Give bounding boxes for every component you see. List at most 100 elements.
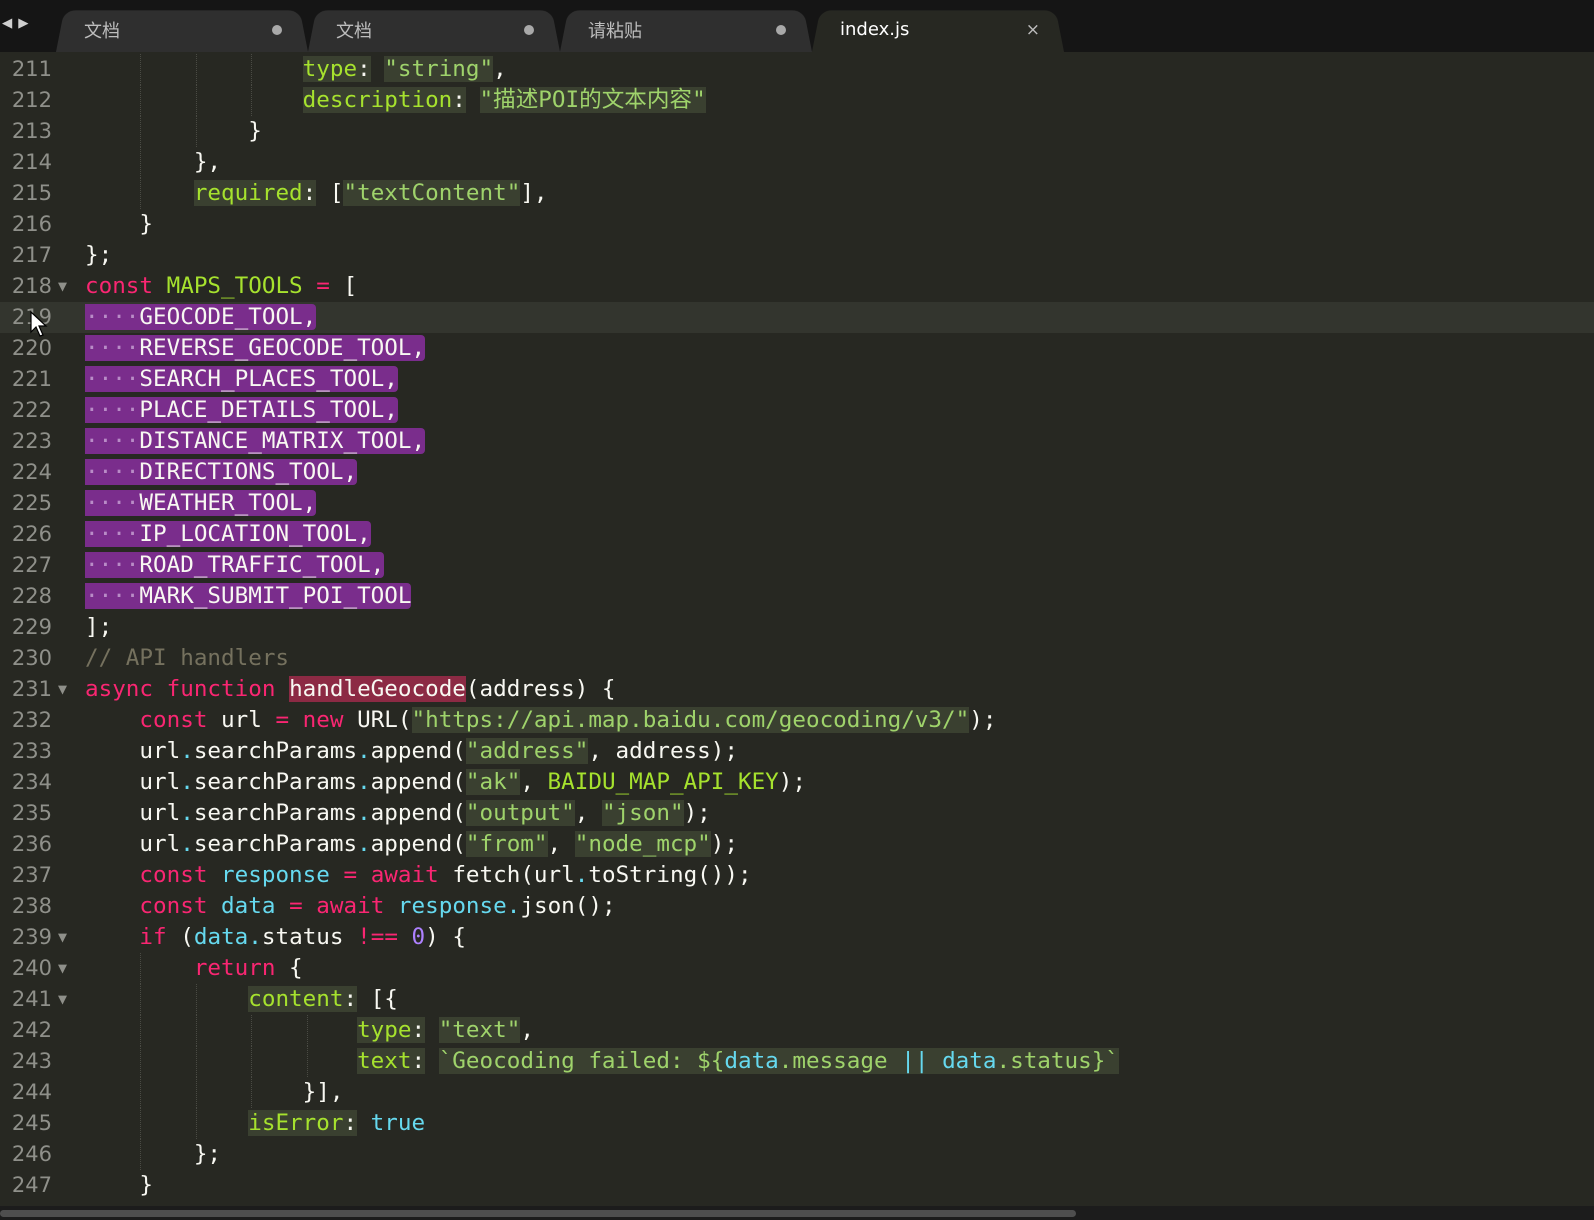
code-text: } (85, 1172, 154, 1198)
fold-arrow-icon[interactable]: ▼ (58, 922, 67, 953)
horizontal-scrollbar-thumb[interactable] (0, 1210, 1076, 1217)
code-line[interactable]: 219····GEOCODE_TOOL, (0, 302, 1594, 333)
code-text: ]; (85, 614, 113, 640)
code-line[interactable]: 218 ▼ const MAPS_TOOLS = [ (0, 271, 1594, 302)
fold-arrow-icon[interactable]: ▼ (58, 674, 67, 705)
line-number: 224 (11, 460, 52, 484)
selected-code-text: ····ROAD_TRAFFIC_TOOL, (85, 552, 385, 578)
code-line[interactable]: 235 url.searchParams.append("output", "j… (0, 798, 1594, 829)
tab-forward-arrow-icon[interactable]: ▶ (18, 13, 34, 33)
code-line[interactable]: 217}; (0, 240, 1594, 271)
code-line[interactable]: 236 url.searchParams.append("from", "nod… (0, 829, 1594, 860)
code-text: content: [{ (248, 986, 398, 1012)
line-number: 221 (11, 367, 52, 391)
fold-arrow-icon[interactable]: ▼ (58, 953, 67, 984)
code-line[interactable]: 234 url.searchParams.append("ak", BAIDU_… (0, 767, 1594, 798)
tab-document-1[interactable]: 文档 (56, 7, 308, 52)
code-text: url.searchParams.append("ak", BAIDU_MAP_… (85, 769, 806, 795)
code-line[interactable]: 245 isError: true (0, 1108, 1594, 1139)
code-line[interactable]: 243 text: `Geocoding failed: ${data.mess… (0, 1046, 1594, 1077)
tab-back-arrow-icon[interactable]: ◀ (2, 13, 18, 33)
code-text: type: "string", (302, 56, 507, 82)
line-number: 227 (11, 553, 52, 577)
line-number: 237 (11, 863, 52, 887)
code-line[interactable]: 224 ····DIRECTIONS_TOOL, (0, 457, 1594, 488)
code-line[interactable]: 232 const url = new URL("https://api.map… (0, 705, 1594, 736)
code-line[interactable]: 246 }; (0, 1139, 1594, 1170)
code-line[interactable]: 242 type: "text", (0, 1015, 1594, 1046)
code-line[interactable]: 247 } (0, 1170, 1594, 1201)
code-text: required: ["textContent"], (193, 180, 548, 206)
code-line[interactable]: 223 ····DISTANCE_MATRIX_TOOL, (0, 426, 1594, 457)
line-number: 244 (11, 1080, 52, 1104)
line-number: 246 (11, 1142, 52, 1166)
selected-code-text: ····DIRECTIONS_TOOL, (85, 459, 358, 485)
code-text: } (85, 118, 262, 144)
fold-arrow-icon[interactable]: ▼ (58, 271, 67, 302)
line-number: 226 (11, 522, 52, 546)
code-line[interactable]: 220 ····REVERSE_GEOCODE_TOOL, (0, 333, 1594, 364)
code-line[interactable]: 221 ····SEARCH_PLACES_TOOL, (0, 364, 1594, 395)
code-text: }; (85, 1141, 222, 1167)
code-line[interactable]: 233 url.searchParams.append("address", a… (0, 736, 1594, 767)
code-line[interactable]: 239 ▼ if (data.status !== 0) { (0, 922, 1594, 953)
code-line[interactable]: 231 ▼ async function handleGeocode(address… (0, 674, 1594, 705)
modified-dot-icon[interactable] (776, 24, 786, 35)
code-line[interactable]: 215 required: ["textContent"], (0, 178, 1594, 209)
code-line[interactable]: 222 ····PLACE_DETAILS_TOOL, (0, 395, 1594, 426)
tab-paste[interactable]: 请粘贴 (560, 7, 812, 52)
modified-dot-icon[interactable] (272, 24, 282, 35)
selected-code-text: ····MARK_SUBMIT_POI_TOOL (85, 583, 412, 609)
selected-code-text: ····SEARCH_PLACES_TOOL, (85, 366, 398, 392)
tab-index-js[interactable]: index.js × (812, 7, 1064, 52)
modified-dot-icon[interactable] (524, 24, 534, 35)
line-number: 236 (11, 832, 52, 856)
line-number: 225 (11, 491, 52, 515)
code-line[interactable]: 214 }, (0, 147, 1594, 178)
mouse-pointer-icon (30, 310, 48, 337)
selected-code-text: ····REVERSE_GEOCODE_TOOL, (85, 335, 426, 361)
code-line[interactable]: 237 const response = await fetch(url.toS… (0, 860, 1594, 891)
line-number: 222 (11, 398, 52, 422)
code-line[interactable]: 240 ▼ return { (0, 953, 1594, 984)
selected-code-text: ····PLACE_DETAILS_TOOL, (85, 397, 398, 423)
line-number: 229 (11, 615, 52, 639)
code-line[interactable]: 238 const data = await response.json(); (0, 891, 1594, 922)
code-line[interactable]: 228 ····MARK_SUBMIT_POI_TOOL (0, 581, 1594, 612)
line-number: 241 (11, 987, 52, 1011)
code-text: }; (85, 242, 113, 268)
code-line[interactable]: 229]; (0, 612, 1594, 643)
code-editor[interactable]: 211 type: "string", 212 description: "描述P… (0, 52, 1594, 1206)
code-line[interactable]: 225 ····WEATHER_TOOL, (0, 488, 1594, 519)
code-line[interactable]: 211 type: "string", (0, 54, 1594, 85)
tab-document-2[interactable]: 文档 (308, 7, 560, 52)
code-text: description: "描述POI的文本内容" (302, 87, 706, 113)
line-number: 230 (11, 646, 52, 670)
line-number: 228 (11, 584, 52, 608)
code-line[interactable]: 226 ····IP_LOCATION_TOOL, (0, 519, 1594, 550)
line-number: 218 (11, 274, 52, 298)
code-line[interactable]: 230 // API handlers (0, 643, 1594, 674)
code-text: type: "text", (357, 1017, 534, 1043)
code-text: async function handleGeocode(address) { (85, 676, 616, 702)
close-tab-icon[interactable]: × (1026, 20, 1040, 40)
line-number: 240 (11, 956, 52, 980)
line-number: 243 (11, 1049, 52, 1073)
fold-arrow-icon[interactable]: ▼ (58, 984, 67, 1015)
tab-label: 请粘贴 (588, 20, 642, 42)
code-line[interactable]: 244 }], (0, 1077, 1594, 1108)
tab-nav: ◀▶ (2, 13, 35, 33)
code-text: url.searchParams.append("from", "node_mc… (85, 831, 738, 857)
code-line[interactable]: 216 } (0, 209, 1594, 240)
line-number: 234 (11, 770, 52, 794)
line-number: 242 (11, 1018, 52, 1042)
code-line[interactable]: 212 description: "描述POI的文本内容" (0, 85, 1594, 116)
code-text: } (85, 211, 154, 237)
line-number: 238 (11, 894, 52, 918)
code-line[interactable]: 213 } (0, 116, 1594, 147)
code-line[interactable]: 241 ▼ content: [{ (0, 984, 1594, 1015)
line-number: 245 (11, 1111, 52, 1135)
code-line[interactable]: 227 ····ROAD_TRAFFIC_TOOL, (0, 550, 1594, 581)
horizontal-scrollbar[interactable] (0, 1206, 1594, 1220)
code-text: url.searchParams.append("address", addre… (85, 738, 738, 764)
